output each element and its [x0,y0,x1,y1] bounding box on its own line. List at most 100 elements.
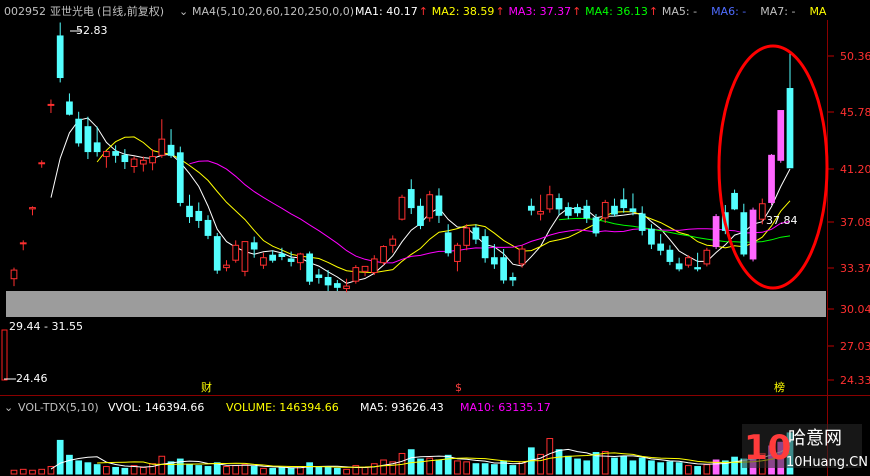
candle-body [93,142,101,153]
volume-bar [638,457,646,475]
candle-body [361,265,369,272]
candle-body [297,253,304,264]
ma-legend-item: MA7: - [760,5,795,18]
volume-bar [250,466,258,475]
candle-body [370,258,378,274]
volume-bar [84,462,92,475]
candle-body [213,236,221,271]
candle-body [84,126,92,153]
volume-bar [195,465,203,475]
candle-body [333,283,341,288]
arrow-up-icon: ↑ [649,5,658,18]
volume-bar [269,467,277,475]
kline-chart[interactable]: 50.36 45.78 41.20 37.08 33.37 30.04 27.03 24.33… [0,0,870,476]
candle-body [500,257,507,281]
candle-body [352,267,360,282]
volume-bar [223,466,230,475]
volume-bar [324,466,332,475]
volume-bar [343,468,350,475]
candle-body [232,244,240,261]
volume-bar [491,464,498,475]
candle-body [139,159,147,165]
candle-body [491,257,498,265]
volume-bar [232,465,240,475]
candle-body [38,162,46,165]
ma-legend-item: MA2: 38.59 [432,5,495,18]
candle-body [149,156,156,164]
candle-body [389,238,397,246]
cursor-price-label: 37.84 [766,214,798,227]
vol-ma10-value: MA10: 63135.17 [460,401,551,414]
stock-code: 002952 [4,5,46,18]
volume-bar [66,454,73,475]
event-marker-list[interactable]: 榜 [774,380,785,394]
volume-bar [601,451,609,475]
event-marker-finance[interactable]: 财 [201,380,212,394]
volume-bar [583,460,591,475]
candle-body [611,205,618,215]
candle-body [675,263,683,270]
candle-body [537,210,544,215]
price-tick-label: 41.20 [840,163,870,176]
candle-body [768,154,775,203]
volume-bar [103,466,110,475]
stock-name: 亚世光电 [50,4,94,18]
candle-body [398,196,406,220]
candle-body [564,207,572,216]
volume-bar [546,438,554,475]
ma-group-label[interactable]: MA4(5,10,20,60,120,250,0,0) [192,5,354,18]
volume-bar [287,467,295,475]
vvol-value: VVOL: 146394.66 [108,401,204,414]
volume-bar [278,466,286,475]
volume-bar [56,439,64,475]
candle-body [555,198,563,210]
candle-body [601,201,609,219]
volume-bar [694,466,701,475]
candle-body [130,158,138,168]
candle-body [435,195,443,216]
ma-legend-item: MA6: - [711,5,746,18]
candle-body [620,199,628,209]
volume-bar [19,468,27,475]
volume-bar [666,461,674,475]
candle-body [176,152,184,203]
ma-legend-item: MA5: - [662,5,697,18]
candle-body [112,151,119,156]
candle-body [241,241,249,272]
volume-bar [435,459,443,475]
volume-bar [648,460,655,475]
candle-body [546,194,554,210]
event-marker-dividend[interactable]: $ [455,381,462,394]
candle-body [740,212,748,255]
volume-bar [611,457,618,475]
volume-bar [370,463,378,475]
adjust-mode: (日线,前复权) [97,4,164,18]
volume-bar [472,463,480,475]
price-tick-label: 45.78 [840,106,870,119]
watermark-domain: 10Huang.CN [786,455,868,470]
chevron-down-icon[interactable]: ⌄ [179,5,188,18]
candle-body [10,269,18,280]
candle-body [417,205,424,226]
ma-legend-item: MA [809,5,826,18]
candle-body [223,264,230,269]
price-tick-label: 30.04 [840,303,870,316]
volume-bar [29,469,36,475]
vol-indicator-name[interactable]: VOL-TDX(5,10) [18,401,99,414]
candle-body [749,209,757,260]
volume-bar [620,455,628,475]
candle-body [269,254,277,261]
volume-bar [361,466,369,475]
candle-body [278,253,286,257]
watermark-logo-number: 10 [744,428,791,468]
volume-bar [574,458,581,475]
candle-body [685,257,692,266]
volume-bar [407,449,415,475]
candle-body [648,228,655,245]
vol-expand-icon[interactable]: ⌄ [4,401,13,414]
candle-body [158,138,166,156]
candle-body [694,267,701,270]
volume-bar [555,449,563,475]
volume-bar [112,466,119,475]
candle-body [426,194,434,219]
